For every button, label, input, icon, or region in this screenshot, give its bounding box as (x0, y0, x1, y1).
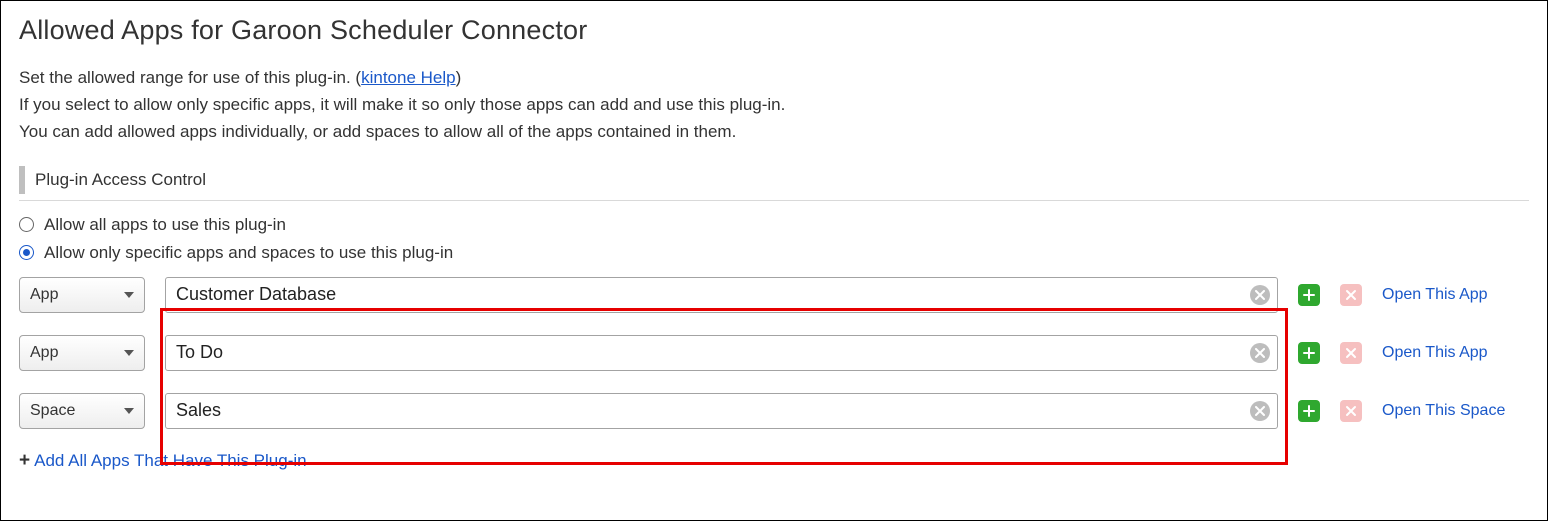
add-all-label: Add All Apps That Have This Plug-in (34, 451, 306, 471)
plus-icon (1303, 405, 1315, 417)
section-heading: Plug-in Access Control (19, 166, 1529, 194)
desc-line2: If you select to allow only specific app… (19, 95, 785, 114)
close-icon (1345, 405, 1357, 417)
open-entry-link[interactable]: Open This App (1382, 344, 1488, 362)
name-input-wrap (165, 335, 1278, 371)
open-entry-link[interactable]: Open This App (1382, 286, 1488, 304)
radio-allow-specific[interactable] (19, 245, 34, 260)
add-row-button[interactable] (1298, 400, 1320, 422)
plus-icon (1303, 289, 1315, 301)
clear-input-button[interactable] (1250, 401, 1270, 421)
name-input[interactable] (165, 335, 1278, 371)
type-select[interactable]: App (19, 277, 145, 313)
close-icon (1255, 290, 1265, 300)
plus-icon (1303, 347, 1315, 359)
add-all-apps-link[interactable]: + Add All Apps That Have This Plug-in (19, 451, 1529, 471)
radio-allow-all-label: Allow all apps to use this plug-in (44, 215, 286, 235)
section-divider (19, 200, 1529, 201)
add-row-button[interactable] (1298, 284, 1320, 306)
add-row-button[interactable] (1298, 342, 1320, 364)
page-title: Allowed Apps for Garoon Scheduler Connec… (19, 15, 1529, 46)
chevron-down-icon (124, 408, 134, 414)
entries-container: App Open This App App (19, 277, 1529, 429)
type-select[interactable]: Space (19, 393, 145, 429)
clear-input-button[interactable] (1250, 285, 1270, 305)
name-input-wrap (165, 393, 1278, 429)
plus-icon: + (19, 451, 30, 470)
chevron-down-icon (124, 350, 134, 356)
chevron-down-icon (124, 292, 134, 298)
close-icon (1345, 289, 1357, 301)
delete-row-button[interactable] (1340, 400, 1362, 422)
type-select-value: App (30, 286, 58, 304)
desc-line1a: Set the allowed range for use of this pl… (19, 68, 361, 87)
radio-allow-specific-row[interactable]: Allow only specific apps and spaces to u… (19, 243, 1529, 263)
name-input-wrap (165, 277, 1278, 313)
delete-row-button[interactable] (1340, 342, 1362, 364)
radio-allow-specific-label: Allow only specific apps and spaces to u… (44, 243, 453, 263)
entry-row: Space Open This Space (19, 393, 1529, 429)
desc-line1b: ) (456, 68, 462, 87)
type-select[interactable]: App (19, 335, 145, 371)
radio-allow-all[interactable] (19, 217, 34, 232)
type-select-value: Space (30, 402, 75, 420)
close-icon (1255, 348, 1265, 358)
radio-allow-all-row[interactable]: Allow all apps to use this plug-in (19, 215, 1529, 235)
settings-panel: Allowed Apps for Garoon Scheduler Connec… (0, 0, 1548, 521)
name-input[interactable] (165, 277, 1278, 313)
close-icon (1345, 347, 1357, 359)
entry-row: App Open This App (19, 335, 1529, 371)
delete-row-button[interactable] (1340, 284, 1362, 306)
description-text: Set the allowed range for use of this pl… (19, 64, 1529, 146)
desc-line3: You can add allowed apps individually, o… (19, 122, 736, 141)
name-input[interactable] (165, 393, 1278, 429)
help-link[interactable]: kintone Help (361, 68, 456, 87)
entry-row: App Open This App (19, 277, 1529, 313)
clear-input-button[interactable] (1250, 343, 1270, 363)
close-icon (1255, 406, 1265, 416)
type-select-value: App (30, 344, 58, 362)
open-entry-link[interactable]: Open This Space (1382, 402, 1505, 420)
